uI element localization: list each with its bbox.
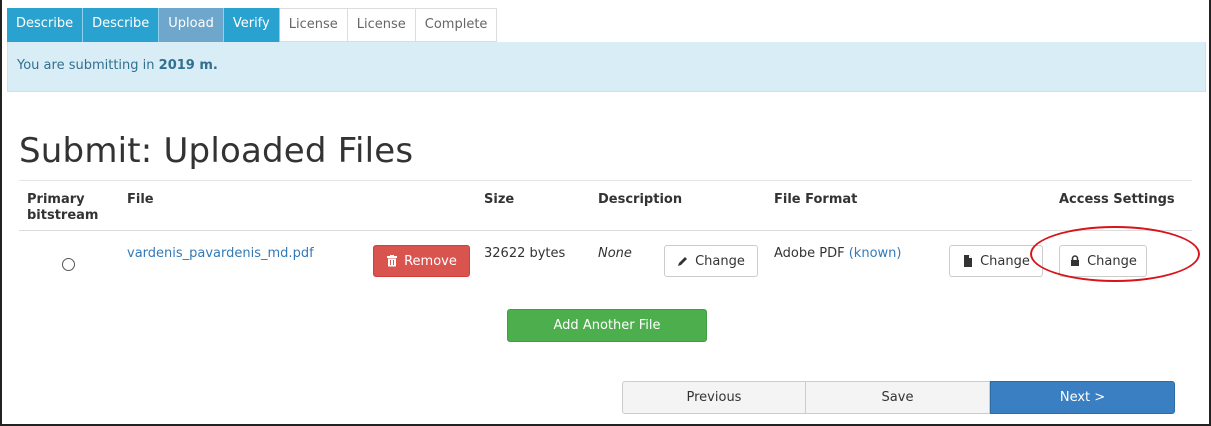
tab-describe-1[interactable]: Describe — [7, 8, 84, 42]
pencil-icon — [678, 257, 688, 266]
format-known-link[interactable]: (known) — [849, 246, 902, 261]
format-name: Adobe PDF — [774, 246, 845, 261]
add-another-file-button[interactable]: Add Another File — [507, 309, 707, 342]
tab-upload[interactable]: Upload — [159, 8, 224, 42]
file-format: Adobe PDF (known) — [774, 246, 901, 261]
header-file: File — [127, 192, 154, 207]
submission-info-alert: You are submitting in 2019 m. — [7, 42, 1206, 92]
change-access-button[interactable]: Change — [1059, 245, 1147, 277]
format-change-label: Change — [980, 253, 1030, 269]
change-description-button[interactable]: Change — [664, 245, 758, 277]
alert-collection: 2019 m. — [158, 58, 218, 73]
header-description: Description — [598, 192, 683, 207]
remove-label: Remove — [404, 253, 457, 269]
previous-button[interactable]: Previous — [622, 381, 806, 414]
header-primary-bitstream: Primary bitstream — [27, 192, 99, 223]
tab-complete: Complete — [415, 8, 498, 42]
primary-bitstream-radio[interactable] — [62, 258, 75, 271]
alert-prefix: You are submitting in — [17, 58, 159, 73]
page-title: Submit: Uploaded Files — [19, 131, 414, 171]
title-divider — [19, 180, 1192, 181]
tab-verify[interactable]: Verify — [223, 8, 280, 42]
trash-icon — [387, 255, 398, 267]
access-change-label: Change — [1087, 253, 1137, 269]
file-description: None — [598, 246, 632, 261]
file-icon — [964, 255, 973, 267]
file-size: 32622 bytes — [484, 246, 566, 261]
header-access-settings: Access Settings — [1059, 192, 1175, 207]
file-name-link[interactable]: vardenis_pavardenis_md.pdf — [127, 246, 314, 261]
next-button[interactable]: Next > — [990, 381, 1175, 414]
tab-license-2: License — [347, 8, 416, 42]
header-size: Size — [484, 192, 515, 207]
table-row-divider — [19, 230, 1192, 231]
change-format-button[interactable]: Change — [949, 245, 1043, 277]
navigation-buttons: Previous Save Next > — [622, 381, 1175, 414]
tab-describe-2[interactable]: Describe — [83, 8, 160, 42]
tab-license-1: License — [279, 8, 348, 42]
desc-change-label: Change — [695, 253, 745, 269]
progress-tabs: Describe Describe Upload Verify License … — [7, 8, 498, 42]
save-button[interactable]: Save — [806, 381, 990, 414]
lock-icon — [1071, 255, 1080, 266]
remove-file-button[interactable]: Remove — [373, 245, 470, 277]
header-file-format: File Format — [774, 192, 858, 207]
